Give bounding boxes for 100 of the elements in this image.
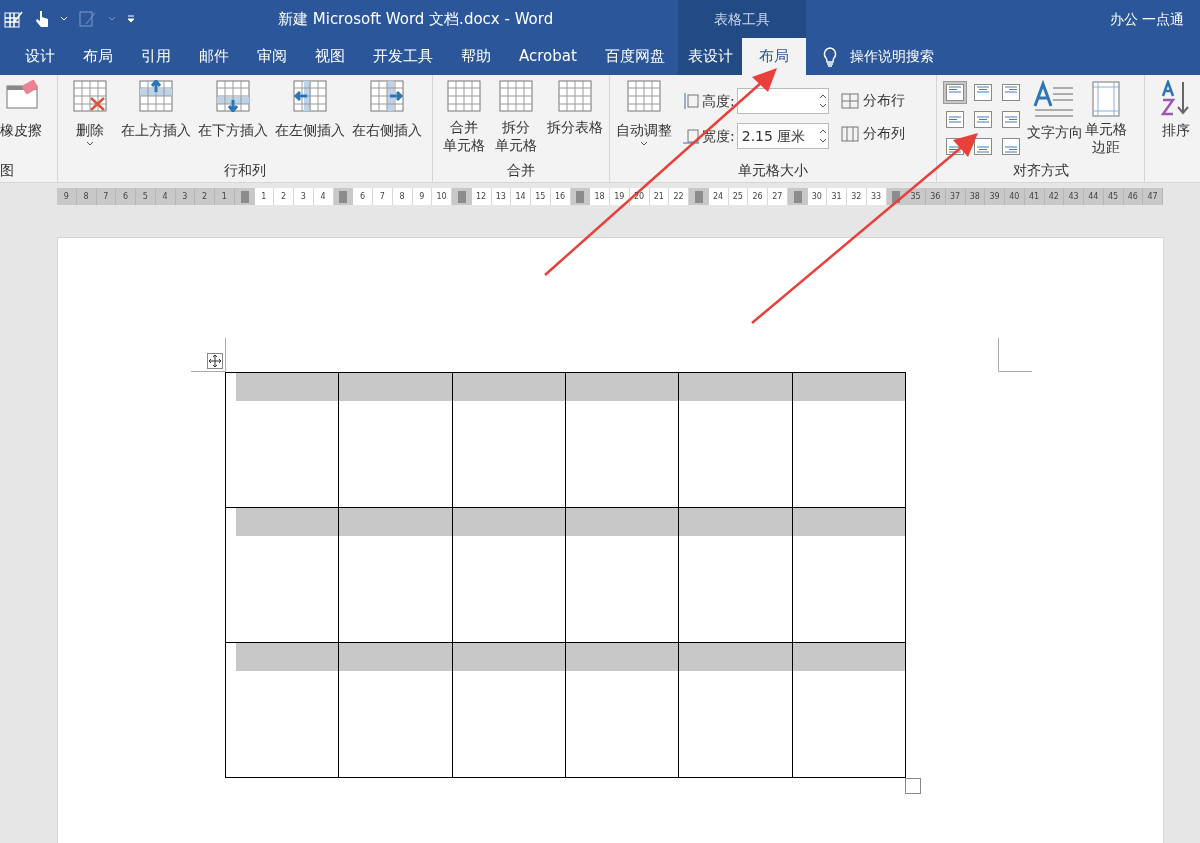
alignment-button[interactable] <box>999 135 1023 158</box>
ruler-number: 25 <box>728 188 749 205</box>
ribbon-tab[interactable]: 设计 <box>11 38 69 75</box>
cell-margins-icon <box>1091 80 1121 118</box>
resize-handle[interactable] <box>905 778 921 794</box>
merge-button[interactable]: 拆分 单元格 <box>491 80 541 154</box>
ruler-number: 12 <box>471 188 492 205</box>
cell-margins-button[interactable]: 单元格 边距 <box>1085 80 1127 156</box>
ribbon-tab[interactable]: 百度网盘 <box>590 38 679 75</box>
ruler-number: 31 <box>827 188 847 205</box>
group-label: 图 <box>0 161 14 180</box>
ruler-number: 40 <box>1005 188 1025 205</box>
customize-icon[interactable] <box>126 14 136 24</box>
alignment-button[interactable] <box>943 81 967 104</box>
column-marker[interactable] <box>689 188 709 205</box>
insert-button[interactable]: 在左侧插入 <box>272 80 347 141</box>
ruler-number: 8 <box>76 188 97 205</box>
ribbon-tab[interactable]: 帮助 <box>447 38 505 75</box>
ruler-number: 30 <box>807 188 828 205</box>
ruler-number: 9 <box>412 188 433 205</box>
ruler-number: 41 <box>1024 188 1045 205</box>
size-spin-field[interactable] <box>736 88 829 114</box>
ribbon-tab[interactable]: Acrobat <box>505 38 591 75</box>
ruler-number: 5 <box>136 188 156 205</box>
sort-button[interactable]: 排序 <box>1161 80 1191 141</box>
pen-icon <box>78 9 98 29</box>
group-label: 行和列 <box>223 161 267 180</box>
ruler-number: 6 <box>116 188 136 205</box>
merge-button[interactable]: 合并 单元格 <box>439 80 489 154</box>
ribbon-tab[interactable]: 引用 <box>127 38 185 75</box>
merge-button[interactable]: 拆分表格 <box>543 80 607 136</box>
distribute-button[interactable]: 分布行 <box>840 90 905 111</box>
alignment-button[interactable] <box>971 108 995 131</box>
ruler-number: 7 <box>96 188 117 205</box>
insert-button[interactable]: 在下方插入 <box>195 80 270 141</box>
distribute-icon <box>840 125 859 142</box>
caret-icon <box>108 16 116 22</box>
group-label: 单元格大小 <box>737 161 809 180</box>
text-direction-button[interactable]: 文字方向 <box>1027 80 1083 143</box>
column-marker[interactable] <box>452 188 472 205</box>
ruler-number: 3 <box>175 188 196 205</box>
delete-button[interactable]: 删除 <box>64 80 116 147</box>
table-insert-icon <box>369 80 404 112</box>
ruler-number: 3 <box>294 188 314 205</box>
account-name[interactable]: 办公 一点通 <box>1109 0 1200 38</box>
margin-corner-mark <box>998 338 1032 372</box>
ruler-number: 38 <box>965 188 986 205</box>
ruler-number: 15 <box>531 188 551 205</box>
eraser-icon <box>3 80 39 110</box>
ribbon-tab[interactable]: 表设计 <box>678 38 742 75</box>
ruler-number: 9 <box>57 188 77 205</box>
lightbulb-icon <box>822 46 838 67</box>
ribbon-tab[interactable]: 视图 <box>301 38 359 75</box>
ruler-number: 37 <box>945 188 966 205</box>
move-handle-icon[interactable] <box>207 353 223 369</box>
eraser-button[interactable]: 橡皮擦 <box>0 80 42 141</box>
insert-button[interactable]: 在右侧插入 <box>349 80 424 141</box>
ruler-number: 8 <box>392 188 413 205</box>
alignment-button[interactable] <box>999 81 1023 104</box>
alignment-button[interactable] <box>943 108 967 131</box>
group-label: 合并 <box>506 161 536 180</box>
ruler-number: 39 <box>985 188 1005 205</box>
ruler-number: 26 <box>748 188 768 205</box>
touch-hand-icon[interactable] <box>34 9 50 29</box>
ribbon-tab[interactable]: 审阅 <box>243 38 301 75</box>
insert-button[interactable]: 在上方插入 <box>118 80 193 141</box>
table-grid-icon <box>499 80 533 112</box>
table-insert-icon <box>138 80 173 112</box>
sort-icon <box>1161 80 1191 116</box>
size-spin-field[interactable]: 2.15 厘米 <box>736 123 829 149</box>
ruler-number: 13 <box>491 188 512 205</box>
ruler-number: 6 <box>353 188 373 205</box>
table-grid-icon <box>558 80 592 112</box>
autofit-button[interactable]: 自动调整 <box>616 80 672 147</box>
tell-me-search[interactable]: 操作说明搜索 <box>806 38 934 75</box>
column-width-icon <box>682 127 700 145</box>
ribbon-tab[interactable]: 布局 <box>69 38 127 75</box>
distribute-button[interactable]: 分布列 <box>840 123 905 144</box>
window-title: 新建 Microsoft Word 文档.docx - Word <box>278 8 555 30</box>
ribbon-tab[interactable]: 布局 <box>742 38 806 75</box>
row-height-icon <box>682 92 700 110</box>
alignment-button[interactable] <box>999 108 1023 131</box>
table-insert-icon <box>292 80 327 112</box>
ruler-number: 7 <box>373 188 393 205</box>
alignment-button[interactable] <box>971 135 995 158</box>
margin-corner-mark <box>191 338 226 372</box>
ruler-number: 45 <box>1103 188 1124 205</box>
ruler-number: 1 <box>254 188 275 205</box>
ribbon-tab[interactable]: 邮件 <box>185 38 243 75</box>
spin-arrows-icon <box>817 127 828 145</box>
autofit-table-icon <box>627 80 661 112</box>
ruler-number: 4 <box>313 188 334 205</box>
alignment-button[interactable] <box>971 81 995 104</box>
ruler-number: 43 <box>1064 188 1084 205</box>
ruler-number: 20 <box>629 188 650 205</box>
ribbon-tab[interactable]: 开发工具 <box>359 38 447 75</box>
spin-arrows-icon <box>817 92 828 110</box>
ruler-number: 47 <box>1143 188 1163 205</box>
table-edit-icon[interactable] <box>4 9 24 29</box>
caret-icon[interactable] <box>60 16 68 22</box>
